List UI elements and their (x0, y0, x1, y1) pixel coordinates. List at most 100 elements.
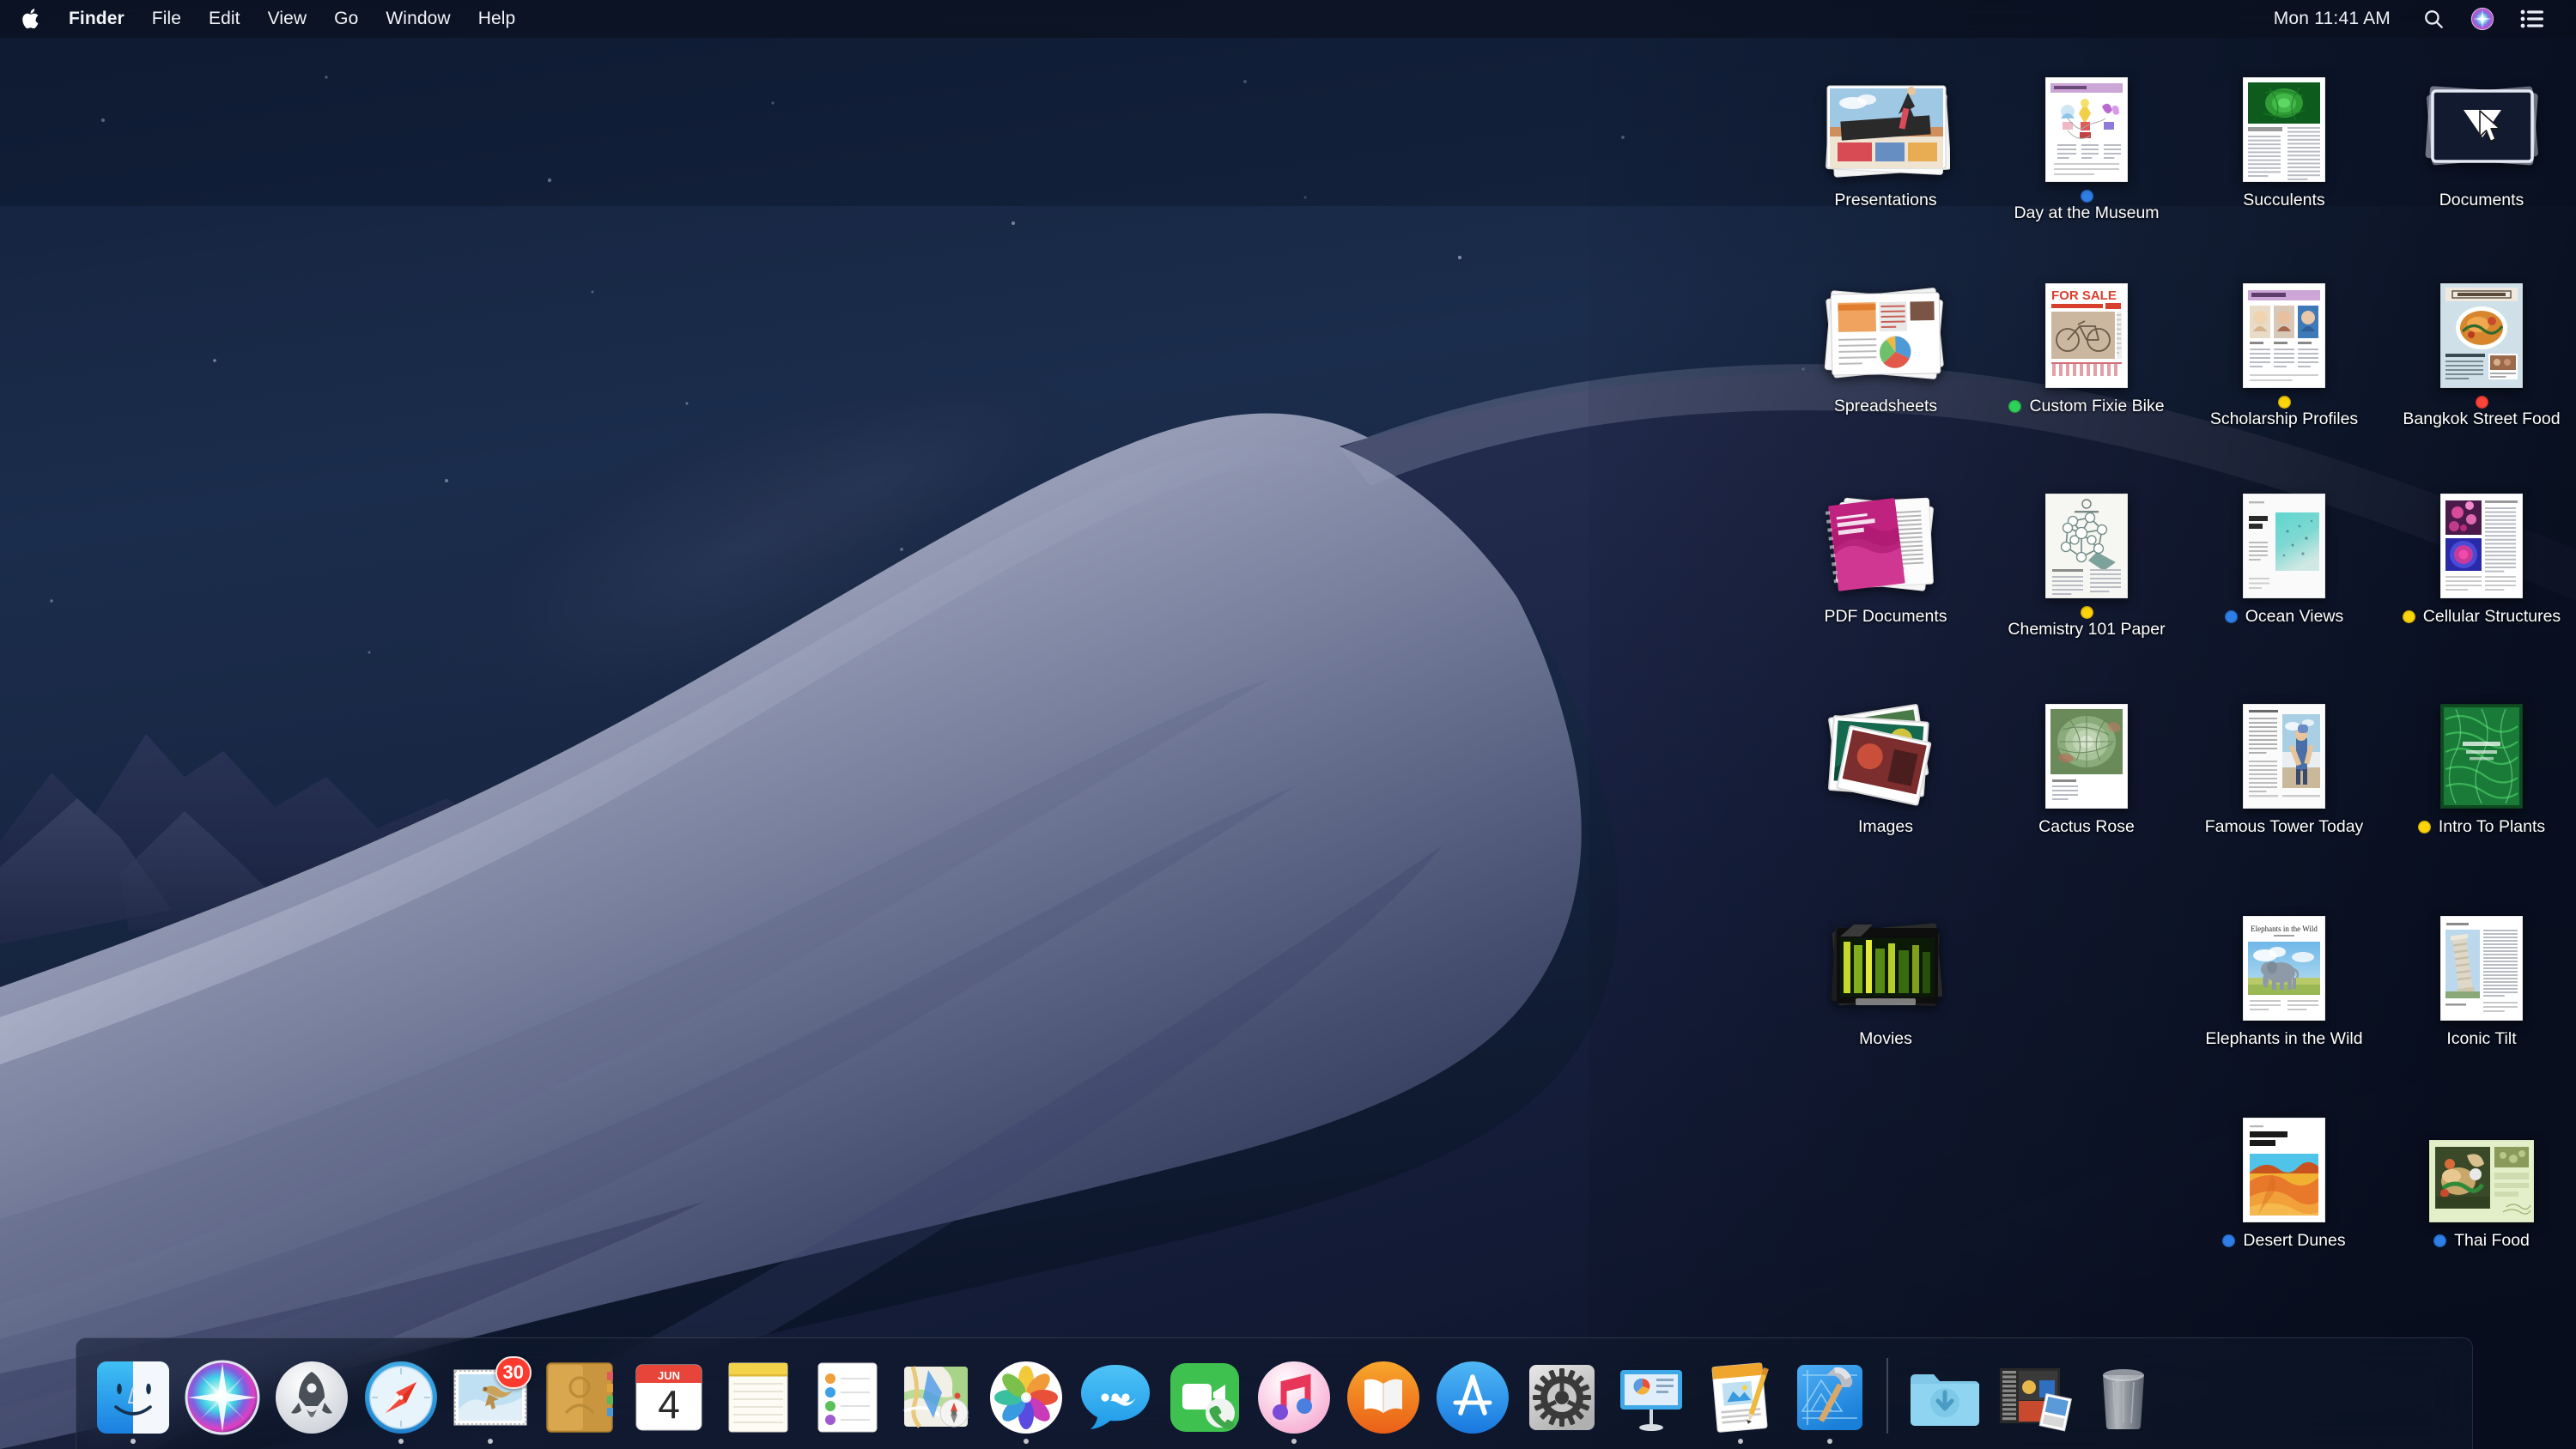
menu-item-edit[interactable]: Edit (195, 6, 254, 32)
desktop-icon-chemistry-101-paper[interactable]: Chemistry 101 Paper (2001, 470, 2172, 641)
icon-label-text: Spreadsheets (1833, 397, 1938, 415)
icon-label-text: Chemistry 101 Paper (2008, 620, 2166, 639)
icon-label-text: Cellular Structures (2422, 607, 2561, 626)
svg-text:4: 4 (658, 1382, 680, 1427)
dock-item-calendar[interactable]: JUN 4 (624, 1343, 714, 1446)
dock-item-maps[interactable] (892, 1343, 981, 1446)
dock: 30 JUN 4 (76, 1337, 2473, 1449)
icon-label: Cactus Rose (2007, 816, 2166, 839)
desktop-icon-documents[interactable]: Documents (2396, 53, 2567, 212)
launchpad-icon (272, 1358, 351, 1437)
desktop-icon-pdf-documents[interactable]: PDF Documents (1800, 470, 1971, 628)
icon-thumbnail (1800, 680, 1971, 809)
desktop-icon-presentations[interactable]: Presentations (1800, 53, 1971, 212)
desktop-icon-thai-food[interactable]: Thai Food (2396, 1094, 2567, 1252)
dock-item-system-preferences[interactable] (1517, 1343, 1607, 1446)
desktop-icon-elephants-in-the-wild[interactable]: Elephants in the Wild Elephants in the W… (2198, 892, 2370, 1051)
icon-thumbnail (2198, 259, 2370, 388)
apple-logo-icon[interactable] (21, 6, 55, 32)
icon-label: Cellular Structures (2402, 606, 2561, 628)
photos-icon (987, 1358, 1066, 1437)
notes-icon (719, 1358, 798, 1437)
icon-label: Ocean Views (2204, 606, 2364, 628)
icon-label-text: Bangkok Street Food (2403, 409, 2561, 428)
messages-icon (1076, 1358, 1155, 1437)
running-indicator (1024, 1439, 1029, 1444)
siri-icon[interactable] (2458, 7, 2507, 31)
desktop-icon-succulents[interactable]: Succulents (2198, 53, 2370, 212)
dock-item-xcode[interactable] (1785, 1343, 1874, 1446)
running-indicator (1827, 1439, 1832, 1444)
desktop-icon-images[interactable]: Images (1800, 680, 1971, 839)
menu-item-help[interactable]: Help (465, 6, 530, 32)
desktop-icon-day-at-the-museum[interactable]: Day at the Museum (2001, 53, 2172, 225)
dock-item-photos[interactable] (981, 1343, 1071, 1446)
menu-bar-clock[interactable]: Mon 11:41 AM (2265, 9, 2409, 29)
menu-item-go[interactable]: Go (320, 6, 372, 32)
dock-item-safari[interactable] (356, 1343, 446, 1446)
menu-item-file[interactable]: File (138, 6, 195, 32)
dock-item-launchpad[interactable] (267, 1343, 356, 1446)
desktop-icon-famous-tower-today[interactable]: Famous Tower Today (2198, 680, 2370, 839)
desktop-icon-intro-to-plants[interactable]: Intro To Plants (2396, 680, 2567, 839)
dock-item-messages[interactable] (1071, 1343, 1160, 1446)
svg-text:JUN: JUN (658, 1369, 680, 1382)
dock-item-itunes[interactable] (1249, 1343, 1339, 1446)
icon-label: Scholarship Profiles (2204, 396, 2364, 431)
facetime-icon (1165, 1358, 1244, 1437)
dock-item-finder[interactable] (88, 1343, 178, 1446)
desktop-icon-movies[interactable]: Movies (1800, 892, 1971, 1051)
tag-color-dot (2433, 1234, 2447, 1248)
search-icon[interactable] (2409, 8, 2458, 30)
dock-item-downloads-folder[interactable] (1900, 1343, 1990, 1446)
icon-thumbnail (2396, 470, 2567, 598)
desktop-icon-scholarship-profiles[interactable]: Scholarship Profiles (2198, 259, 2370, 431)
icon-label-text: PDF Documents (1824, 607, 1947, 626)
desktop-icon-custom-fixie-bike[interactable]: FOR SALE Custom Fixie Bike (2001, 259, 2172, 418)
desktop-icon-spreadsheets[interactable]: Spreadsheets (1800, 259, 1971, 418)
icon-thumbnail: Elephants in the Wild (2198, 892, 2370, 1021)
menu-item-finder[interactable]: Finder (55, 6, 138, 32)
dock-item-mail[interactable]: 30 (446, 1343, 535, 1446)
dock-item-reminders[interactable] (803, 1343, 892, 1446)
mail-icon: 30 (451, 1356, 532, 1437)
icon-label: Intro To Plants (2402, 816, 2561, 839)
desktop-icon-desert-dunes[interactable]: Desert Dunes (2198, 1094, 2370, 1252)
desktop-icon-cactus-rose[interactable]: Cactus Rose (2001, 680, 2172, 839)
icon-label-text: Movies (1859, 1029, 1912, 1048)
icon-label-text: Day at the Museum (2014, 203, 2160, 222)
desktop-icon-ocean-views[interactable]: Ocean Views (2198, 470, 2370, 628)
desktop-icon-iconic-tilt[interactable]: Iconic Tilt (2396, 892, 2567, 1051)
menu-bar: Finder File Edit View Go Window Help Mon… (0, 0, 2576, 38)
dock-item-siri[interactable] (178, 1343, 267, 1446)
desktop-icon-bangkok-street-food[interactable]: Bangkok Street Food (2396, 259, 2567, 431)
dock-item-pages[interactable] (1696, 1343, 1785, 1446)
icon-thumbnail: FOR SALE (2001, 259, 2172, 388)
menu-item-window[interactable]: Window (372, 6, 464, 32)
dock-item-recent-documents-stack[interactable] (1990, 1343, 2079, 1446)
dock-item-trash[interactable] (2079, 1343, 2168, 1446)
svg-text:FOR SALE: FOR SALE (2051, 288, 2117, 303)
running-indicator (488, 1439, 493, 1444)
desktop-icon-cellular-structures[interactable]: Cellular Structures (2396, 470, 2567, 628)
menu-bar-left: Finder File Edit View Go Window Help (0, 6, 529, 32)
icon-thumbnail (2198, 680, 2370, 809)
dock-item-app-store[interactable] (1428, 1343, 1517, 1446)
control-center-icon[interactable] (2507, 9, 2557, 28)
tag-color-dot (2222, 1234, 2236, 1248)
tag-color-dot (2277, 396, 2291, 409)
app-store-icon (1433, 1358, 1512, 1437)
keynote-icon (1612, 1358, 1691, 1437)
dock-item-facetime[interactable] (1160, 1343, 1249, 1446)
safari-icon (361, 1358, 440, 1437)
maps-icon (897, 1358, 976, 1437)
dock-item-notes[interactable] (714, 1343, 803, 1446)
icon-thumbnail (2396, 680, 2567, 809)
dock-item-books[interactable] (1339, 1343, 1428, 1446)
itunes-icon (1255, 1358, 1334, 1437)
icon-label-text: Desert Dunes (2243, 1231, 2346, 1250)
dock-item-contacts[interactable] (535, 1343, 624, 1446)
icon-thumbnail (2396, 1094, 2567, 1222)
dock-item-keynote[interactable] (1607, 1343, 1696, 1446)
menu-item-view[interactable]: View (254, 6, 321, 32)
